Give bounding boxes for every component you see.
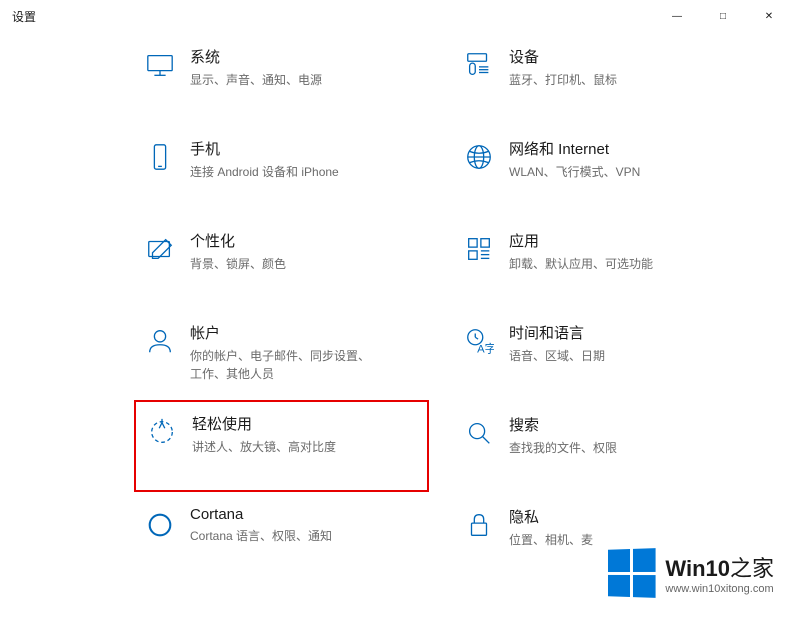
ease-of-access-icon — [136, 413, 188, 447]
titlebar: 设置 — □ ✕ — [0, 0, 792, 32]
tile-desc: 语音、区域、日期 — [509, 347, 699, 365]
tile-title: 系统 — [190, 46, 417, 67]
tile-apps[interactable]: 应用 卸载、默认应用、可选功能 — [453, 216, 748, 308]
minimize-button[interactable]: — — [654, 0, 700, 32]
watermark-brand: Win10之家 — [665, 551, 774, 583]
tile-personalization[interactable]: 个性化 背景、锁屏、颜色 — [134, 216, 429, 308]
tile-title: 轻松使用 — [192, 413, 415, 434]
tile-title: 帐户 — [190, 322, 417, 343]
phone-icon — [134, 138, 186, 172]
tile-devices[interactable]: 设备 蓝牙、打印机、鼠标 — [453, 32, 748, 124]
tile-desc: 连接 Android 设备和 iPhone — [190, 163, 380, 181]
tile-title: 隐私 — [509, 506, 736, 527]
tile-title: 搜索 — [509, 414, 736, 435]
tile-title: 应用 — [509, 230, 736, 251]
apps-icon — [453, 230, 505, 264]
tile-search[interactable]: 搜索 查找我的文件、权限 — [453, 400, 748, 492]
tile-title: 网络和 Internet — [509, 138, 736, 159]
tile-desc: 查找我的文件、权限 — [509, 439, 699, 457]
system-icon — [134, 46, 186, 80]
cortana-icon — [134, 506, 186, 540]
tile-cortana[interactable]: Cortana Cortana 语言、权限、通知 — [134, 492, 429, 584]
tile-desc: 你的帐户、电子邮件、同步设置、工作、其他人员 — [190, 347, 380, 383]
maximize-button[interactable]: □ — [700, 0, 746, 32]
windows-logo-icon — [608, 548, 656, 598]
tile-title: Cortana — [190, 506, 417, 523]
tile-desc: WLAN、飞行模式、VPN — [509, 163, 699, 181]
window-title: 设置 — [12, 8, 36, 25]
tile-system[interactable]: 系统 显示、声音、通知、电源 — [134, 32, 429, 124]
close-button[interactable]: ✕ — [746, 0, 792, 32]
person-icon — [134, 322, 186, 356]
watermark-url: www.win10xitong.com — [665, 583, 774, 595]
globe-icon — [453, 138, 505, 172]
tile-ease-of-access[interactable]: 轻松使用 讲述人、放大镜、高对比度 — [134, 400, 429, 492]
tile-desc: 位置、相机、麦 — [509, 531, 699, 549]
tile-accounts[interactable]: 帐户 你的帐户、电子邮件、同步设置、工作、其他人员 — [134, 308, 429, 400]
tile-desc: 显示、声音、通知、电源 — [190, 71, 380, 89]
time-language-icon: A字 — [453, 322, 505, 356]
search-icon — [453, 414, 505, 448]
tile-phone[interactable]: 手机 连接 Android 设备和 iPhone — [134, 124, 429, 216]
tile-desc: 卸载、默认应用、可选功能 — [509, 255, 699, 273]
window-controls: — □ ✕ — [654, 0, 792, 32]
tile-network[interactable]: 网络和 Internet WLAN、飞行模式、VPN — [453, 124, 748, 216]
watermark: Win10之家 www.win10xitong.com — [607, 549, 774, 597]
paint-icon — [134, 230, 186, 264]
tile-title: 设备 — [509, 46, 736, 67]
tile-desc: Cortana 语言、权限、通知 — [190, 527, 380, 545]
tile-title: 手机 — [190, 138, 417, 159]
tile-desc: 蓝牙、打印机、鼠标 — [509, 71, 699, 89]
lock-icon — [453, 506, 505, 540]
tile-desc: 背景、锁屏、颜色 — [190, 255, 380, 273]
tile-time-language[interactable]: A字 时间和语言 语音、区域、日期 — [453, 308, 748, 400]
devices-icon — [453, 46, 505, 80]
tile-title: 个性化 — [190, 230, 417, 251]
tile-desc: 讲述人、放大镜、高对比度 — [192, 438, 382, 456]
tile-title: 时间和语言 — [509, 322, 736, 343]
svg-text:A字: A字 — [477, 341, 494, 355]
